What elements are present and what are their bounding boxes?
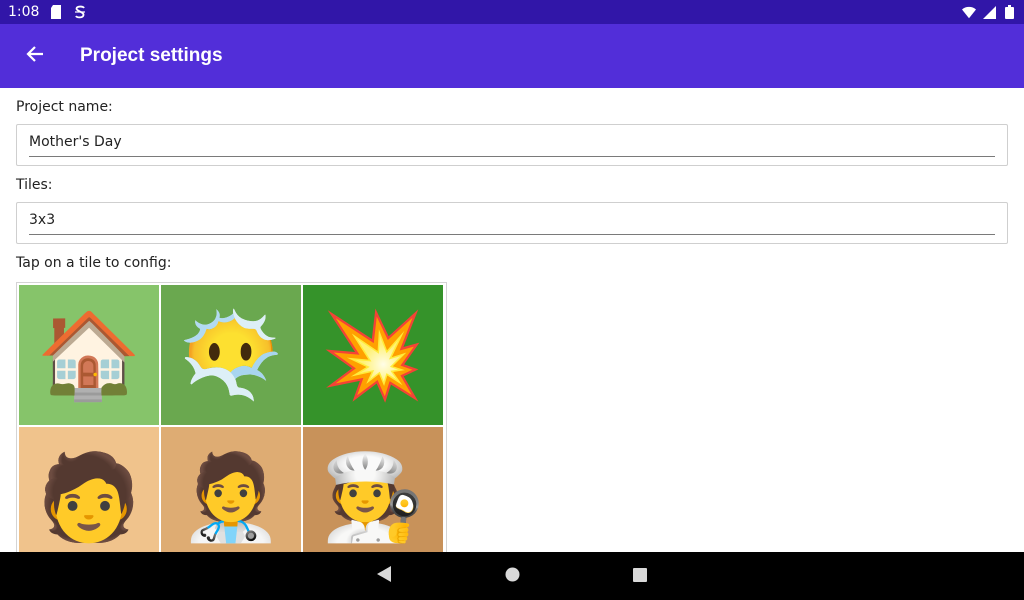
nav-recents-button[interactable] [616,552,664,600]
back-button[interactable] [15,36,55,76]
nav-home-button[interactable] [488,552,536,600]
wifi-icon [962,5,976,19]
face-in-clouds-emoji-icon: 😶‍🌫️ [178,306,284,404]
status-right [962,5,1016,19]
nav-bar [0,552,1024,600]
tiles-field[interactable]: 3x3 [16,202,1008,244]
collision-emoji-icon: 💥 [320,306,426,404]
tiles-label: Tiles: [16,177,53,193]
tile-health-worker[interactable]: 🧑‍⚕️ [161,427,301,552]
tiles-grid: 🏠 😶‍🌫️ 💥 🧑 🧑‍⚕️ 🧑‍🍳 [16,282,447,552]
person-emoji-icon: 🧑 [36,448,142,546]
home-circle-icon [505,567,520,586]
tile-collision[interactable]: 💥 [303,285,443,425]
tile-face-in-clouds[interactable]: 😶‍🌫️ [161,285,301,425]
tile-person[interactable]: 🧑 [19,427,159,552]
tiles-input[interactable]: 3x3 [29,203,995,235]
app-bar: Project settings [0,24,1024,88]
project-name-label: Project name: [16,99,113,115]
battery-icon [1002,5,1016,19]
settings-content: Project name: Mother's Day Tiles: 3x3 Ta… [0,88,1024,552]
project-name-input[interactable]: Mother's Day [29,125,995,157]
status-time: 1:08 [8,4,40,20]
back-triangle-icon [377,566,391,586]
health-worker-emoji-icon: 🧑‍⚕️ [178,448,284,546]
nav-back-button[interactable] [360,552,408,600]
tile-house[interactable]: 🏠 [19,285,159,425]
s-app-icon [73,5,87,19]
cook-emoji-icon: 🧑‍🍳 [320,448,426,546]
tile-cook[interactable]: 🧑‍🍳 [303,427,443,552]
house-emoji-icon: 🏠 [36,306,142,404]
project-name-field[interactable]: Mother's Day [16,124,1008,166]
signal-icon [982,5,996,19]
sd-card-icon [49,5,63,19]
page-title: Project settings [80,45,223,66]
arrow-left-icon [26,45,44,67]
recents-square-icon [633,567,647,586]
status-bar: 1:08 [0,0,1024,24]
status-left: 1:08 [8,4,87,20]
tap-hint-label: Tap on a tile to config: [16,255,172,271]
